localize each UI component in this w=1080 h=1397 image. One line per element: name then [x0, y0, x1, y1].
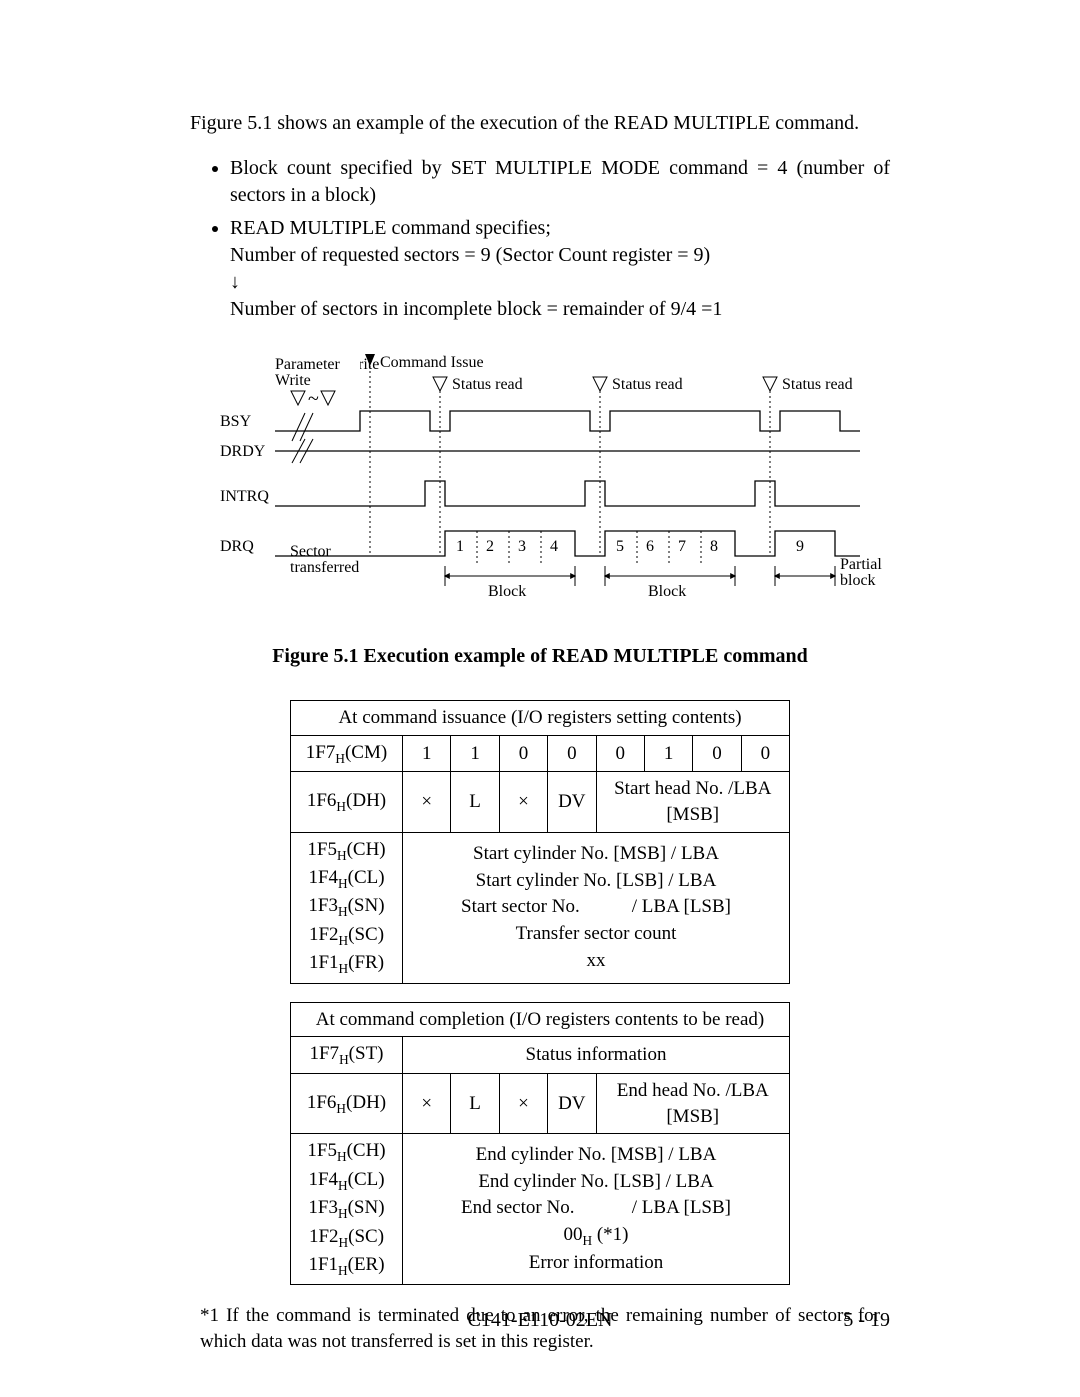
- status-read-2: Status read: [593, 376, 683, 393]
- bullet-2-sub1: Number of requested sectors = 9 (Sector …: [230, 242, 890, 269]
- label-command-issue: Command Issue: [380, 354, 484, 371]
- intro-text: Figure 5.1 shows an example of the execu…: [190, 110, 890, 137]
- footer-doc-id: C141-E110-02EN: [0, 1307, 1080, 1334]
- svg-text:8: 8: [710, 538, 718, 555]
- label-bsy: BSY: [220, 413, 252, 430]
- label-intrq: INTRQ: [220, 488, 269, 505]
- bullet-1: Block count specified by SET MULTIPLE MO…: [230, 155, 890, 209]
- sector-numbers: 1 2 3 4 5 6 7 8 9: [456, 531, 804, 563]
- triangle-open-icon: [291, 391, 305, 405]
- bullet-2-sub2: Number of sectors in incomplete block = …: [230, 296, 890, 323]
- reg-1f5-1f1-2: 1F5H(CH) 1F4H(CL) 1F3H(SN) 1F2H(SC) 1F1H…: [291, 1134, 403, 1285]
- table1-title: At command issuance (I/O registers setti…: [291, 701, 790, 736]
- svg-text:Status read: Status read: [452, 376, 523, 393]
- down-arrow-icon: ↓: [230, 269, 890, 296]
- bullet-2-line: READ MULTIPLE command specifies;: [230, 217, 551, 239]
- triangle-open-icon: [321, 391, 335, 405]
- svg-text:~: ~: [308, 388, 319, 410]
- status-read-3: Status read: [763, 376, 853, 393]
- status-read-1: Status read: [433, 376, 523, 393]
- svg-text:2: 2: [486, 538, 494, 555]
- bullet-list: Block count specified by SET MULTIPLE MO…: [190, 155, 890, 323]
- reg-1f6-dh: 1F6H(DH): [291, 772, 403, 832]
- svg-text:Status read: Status read: [612, 376, 683, 393]
- table-completion: At command completion (I/O registers con…: [290, 1002, 790, 1286]
- label-drq: DRQ: [220, 538, 254, 555]
- label-block-1: Block: [488, 583, 526, 600]
- reg-1f7-cm: 1F7H(CM): [291, 735, 403, 772]
- svg-text:Status read: Status read: [782, 376, 853, 393]
- table2-title: At command completion (I/O registers con…: [291, 1002, 790, 1037]
- label-sector-transferred: Sectortransferred: [290, 543, 359, 576]
- reg-1f6-dh-2: 1F6H(DH): [291, 1074, 403, 1134]
- bullet-2: READ MULTIPLE command specifies; Number …: [230, 215, 890, 323]
- label-drdy: DRDY: [220, 443, 266, 460]
- figure-caption: Figure 5.1 Execution example of READ MUL…: [190, 643, 890, 670]
- svg-text:7: 7: [678, 538, 686, 555]
- svg-text:1: 1: [456, 538, 464, 555]
- svg-text:3: 3: [518, 538, 526, 555]
- svg-text:4: 4: [550, 538, 558, 555]
- svg-text:Parameter: Parameter: [275, 356, 341, 373]
- reg-1f5-1f1: 1F5H(CH) 1F4H(CL) 1F3H(SN) 1F2H(SC) 1F1H…: [291, 832, 403, 983]
- page: Figure 5.1 shows an example of the execu…: [0, 0, 1080, 1397]
- timing-diagram: text{font-family:"Times New Roman",serif…: [190, 351, 890, 621]
- footer-page-number: 5 - 19: [843, 1307, 890, 1334]
- reg-1f7-st: 1F7H(ST): [291, 1037, 403, 1074]
- table-issuance: At command issuance (I/O registers setti…: [290, 700, 790, 984]
- svg-text:5: 5: [616, 538, 624, 555]
- label-partial-block: Partialblock: [840, 556, 882, 589]
- svg-text:6: 6: [646, 538, 654, 555]
- svg-text:9: 9: [796, 538, 804, 555]
- label-block-2: Block: [648, 583, 686, 600]
- svg-text:Write: Write: [275, 372, 311, 389]
